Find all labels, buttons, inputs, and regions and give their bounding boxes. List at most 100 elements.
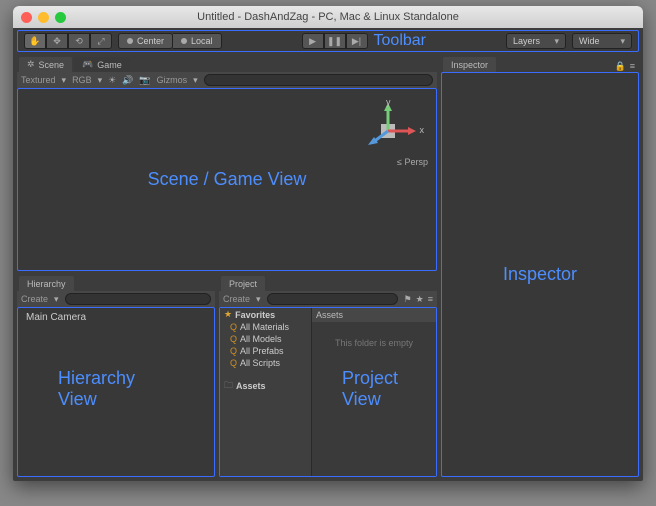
project-view[interactable]: ★Favorites QAll Materials QAll Models QA… bbox=[219, 307, 437, 477]
close-window-button[interactable] bbox=[21, 12, 32, 23]
hand-tool-button[interactable]: ✋ bbox=[24, 33, 46, 49]
favorite-item[interactable]: QAll Materials bbox=[220, 321, 311, 333]
create-dropdown[interactable]: Create bbox=[223, 294, 250, 304]
folder-icon: 🗀 bbox=[224, 378, 233, 394]
gizmos-dropdown[interactable]: Gizmos bbox=[157, 75, 188, 85]
pivot-label: Center bbox=[137, 36, 164, 46]
scene-panel: ✲ Scene 🎮Game Textured ▾ RGB ▾ ☀ 🔊 📷 Gizmos… bbox=[17, 56, 437, 271]
create-dropdown[interactable]: Create bbox=[21, 294, 48, 304]
search-icon: Q bbox=[230, 334, 237, 344]
scale-icon: ⤢ bbox=[97, 36, 104, 47]
project-annotation: ProjectView bbox=[342, 368, 398, 410]
scene-view[interactable]: Scene / Game View y x bbox=[17, 88, 437, 271]
pivot-toggle[interactable]: Center bbox=[118, 33, 173, 49]
fx-toggle[interactable]: 📷 bbox=[139, 75, 150, 86]
chevron-down-icon: ▾ bbox=[256, 294, 261, 305]
tab-inspector[interactable]: Inspector bbox=[443, 57, 496, 72]
layout-label: Wide bbox=[579, 36, 600, 46]
search-icon: Q bbox=[230, 346, 237, 356]
project-tree[interactable]: ★Favorites QAll Materials QAll Models QA… bbox=[220, 308, 312, 476]
tab-label: Project bbox=[229, 279, 257, 289]
empty-message: This folder is empty bbox=[312, 338, 436, 348]
filter-icon[interactable]: ⚑ bbox=[404, 294, 412, 305]
window-title: Untitled - DashAndZag - PC, Mac & Linux … bbox=[13, 11, 643, 23]
projection-label[interactable]: ≤ Persp bbox=[397, 157, 428, 167]
tab-label: Hierarchy bbox=[27, 279, 66, 289]
titlebar[interactable]: Untitled - DashAndZag - PC, Mac & Linux … bbox=[13, 6, 643, 28]
chevron-down-icon: ▾ bbox=[193, 75, 198, 86]
rotate-icon: ⟲ bbox=[75, 36, 83, 47]
rgb-dropdown[interactable]: RGB bbox=[72, 75, 92, 85]
audio-toggle[interactable]: 🔊 bbox=[122, 75, 133, 86]
menu-icon[interactable]: ≡ bbox=[428, 294, 433, 305]
favorite-item[interactable]: QAll Prefabs bbox=[220, 345, 311, 357]
hierarchy-search[interactable] bbox=[65, 293, 211, 305]
project-toolbar: Create ▾ ⚑ ★ ≡ bbox=[219, 291, 437, 307]
pause-icon: ❚❚ bbox=[327, 36, 342, 47]
layers-dropdown[interactable]: Layers▾ bbox=[506, 33, 566, 49]
label-icon[interactable]: ★ bbox=[416, 294, 424, 305]
tab-hierarchy[interactable]: Hierarchy bbox=[19, 276, 74, 291]
tab-scene[interactable]: ✲ Scene bbox=[19, 57, 72, 72]
chevron-down-icon: ▾ bbox=[554, 36, 559, 47]
hand-icon: ✋ bbox=[29, 36, 40, 47]
pause-button[interactable]: ❚❚ bbox=[324, 33, 346, 49]
play-icon: ▶ bbox=[309, 36, 316, 47]
assets-folder[interactable]: 🗀Assets bbox=[220, 377, 311, 395]
scene-annotation: Scene / Game View bbox=[148, 169, 307, 190]
inspector-view[interactable]: Inspector bbox=[441, 72, 639, 477]
favorites-header: Favorites bbox=[235, 310, 275, 320]
toolbar: ✋ ✥ ⟲ ⤢ Center Local ▶ ❚❚ ▶| Toolbar Lay… bbox=[17, 30, 639, 52]
step-button[interactable]: ▶| bbox=[346, 33, 368, 49]
toolbar-annotation: Toolbar bbox=[374, 32, 426, 50]
play-controls: ▶ ❚❚ ▶| bbox=[302, 33, 368, 49]
move-tool-button[interactable]: ✥ bbox=[46, 33, 68, 49]
hierarchy-annotation: HierarchyView bbox=[58, 368, 135, 410]
hierarchy-panel: Hierarchy Create ▾ Main Camera HierarchyV… bbox=[17, 275, 215, 477]
favorite-item[interactable]: QAll Models bbox=[220, 333, 311, 345]
orientation-gizmo[interactable]: y x bbox=[358, 101, 418, 181]
chevron-down-icon: ▾ bbox=[54, 294, 59, 305]
hierarchy-item[interactable]: Main Camera bbox=[22, 310, 210, 325]
layout-dropdown[interactable]: Wide▾ bbox=[572, 33, 632, 49]
editor-window: Untitled - DashAndZag - PC, Mac & Linux … bbox=[13, 6, 643, 481]
hierarchy-view[interactable]: Main Camera HierarchyView bbox=[17, 307, 215, 477]
search-icon: Q bbox=[230, 358, 237, 368]
star-icon: ★ bbox=[224, 309, 232, 320]
play-button[interactable]: ▶ bbox=[302, 33, 324, 49]
menu-icon[interactable]: ≡ bbox=[630, 61, 635, 72]
inspector-annotation: Inspector bbox=[503, 264, 577, 285]
pivot-group: Center Local bbox=[118, 33, 222, 49]
shading-dropdown[interactable]: Textured bbox=[21, 75, 56, 85]
project-content[interactable]: Assets This folder is empty ProjectView bbox=[312, 308, 436, 476]
tab-label: Inspector bbox=[451, 60, 488, 70]
radio-icon bbox=[127, 38, 133, 44]
scene-toolbar: Textured ▾ RGB ▾ ☀ 🔊 📷 Gizmos ▾ bbox=[17, 72, 437, 88]
coord-toggle[interactable]: Local bbox=[173, 33, 222, 49]
project-search[interactable] bbox=[267, 293, 398, 305]
move-icon: ✥ bbox=[53, 36, 61, 47]
hierarchy-toolbar: Create ▾ bbox=[17, 291, 215, 307]
scene-search[interactable] bbox=[204, 74, 433, 86]
axis-x-label: x bbox=[420, 125, 425, 135]
breadcrumb[interactable]: Assets bbox=[312, 308, 436, 322]
tab-label: Scene bbox=[39, 60, 65, 70]
step-icon: ▶| bbox=[352, 36, 361, 47]
inspector-panel: Inspector 🔒 ≡ Inspector bbox=[441, 56, 639, 477]
coord-label: Local bbox=[191, 36, 213, 46]
zoom-window-button[interactable] bbox=[55, 12, 66, 23]
light-toggle[interactable]: ☀ bbox=[108, 75, 116, 86]
search-icon: Q bbox=[230, 322, 237, 332]
tab-label: Game bbox=[97, 60, 122, 70]
scene-icon: ✲ bbox=[27, 59, 35, 70]
rotate-tool-button[interactable]: ⟲ bbox=[68, 33, 90, 49]
tab-project[interactable]: Project bbox=[221, 276, 265, 291]
tab-game[interactable]: 🎮Game bbox=[74, 57, 130, 72]
favorite-item[interactable]: QAll Scripts bbox=[220, 357, 311, 369]
chevron-down-icon: ▾ bbox=[98, 75, 103, 86]
radio-icon bbox=[181, 38, 187, 44]
scale-tool-button[interactable]: ⤢ bbox=[90, 33, 112, 49]
lock-icon[interactable]: 🔒 bbox=[615, 61, 626, 72]
chevron-down-icon: ▾ bbox=[62, 75, 67, 86]
minimize-window-button[interactable] bbox=[38, 12, 49, 23]
